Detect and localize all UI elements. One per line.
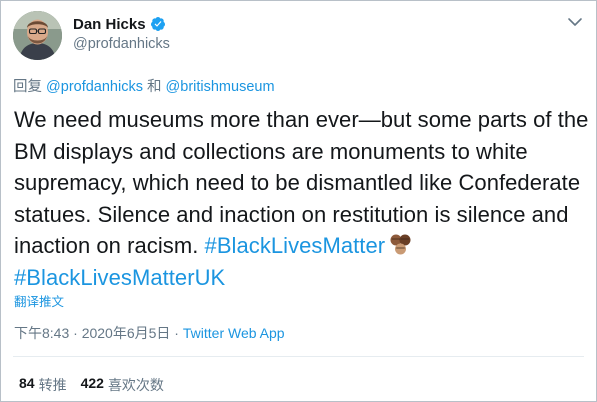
mention-profdanhicks[interactable]: @profdanhicks: [46, 79, 143, 95]
reply-prefix: 回复: [13, 79, 47, 95]
display-name[interactable]: Dan Hicks: [73, 16, 146, 33]
meta-separator: ·: [69, 325, 82, 341]
raised-fist-emoji: [388, 231, 414, 257]
tweet-source-link[interactable]: Twitter Web App: [183, 325, 285, 341]
verified-badge-icon: [150, 16, 166, 32]
likes-count: 422: [80, 375, 104, 391]
hashtag-blacklivesmatter[interactable]: #BlackLivesMatter: [205, 233, 386, 258]
user-handle[interactable]: @profdanhicks: [73, 36, 170, 52]
translate-tweet-link[interactable]: 翻译推文: [14, 291, 64, 310]
user-names: Dan Hicks @profdanhicks: [73, 14, 170, 53]
likes-stat[interactable]: 422 喜欢次数: [81, 375, 164, 395]
divider: [13, 356, 584, 357]
tweet-card: Dan Hicks @profdanhicks 回复 @profdanhicks…: [0, 0, 597, 402]
tweet-body: We need museums more than ever—but some …: [14, 104, 589, 293]
avatar[interactable]: [13, 11, 62, 60]
tweet-header: Dan Hicks @profdanhicks: [13, 11, 584, 61]
retweets-stat[interactable]: 84 转推: [19, 375, 67, 395]
tweet-meta: 下午8:43 · 2020年6月5日 · Twitter Web App: [14, 323, 285, 343]
avatar-photo: [13, 11, 62, 60]
chevron-down-icon[interactable]: [566, 15, 584, 29]
mention-britishmuseum[interactable]: @britishmuseum: [166, 79, 275, 95]
display-name-row: Dan Hicks: [73, 14, 170, 34]
likes-label: 喜欢次数: [107, 377, 164, 393]
meta-separator: ·: [170, 325, 183, 341]
tweet-time[interactable]: 下午8:43: [14, 325, 69, 341]
retweets-count: 84: [19, 375, 35, 391]
tweet-date[interactable]: 2020年6月5日: [82, 325, 171, 341]
hashtag-blacklivesmatteruk[interactable]: #BlackLivesMatterUK: [14, 265, 225, 290]
retweets-label: 转推: [38, 377, 67, 393]
reply-context: 回复 @profdanhicks 和 @britishmuseum: [13, 75, 275, 96]
tweet-stats: 84 转推 422 喜欢次数: [19, 375, 164, 395]
reply-conjunction: 和: [142, 79, 166, 95]
